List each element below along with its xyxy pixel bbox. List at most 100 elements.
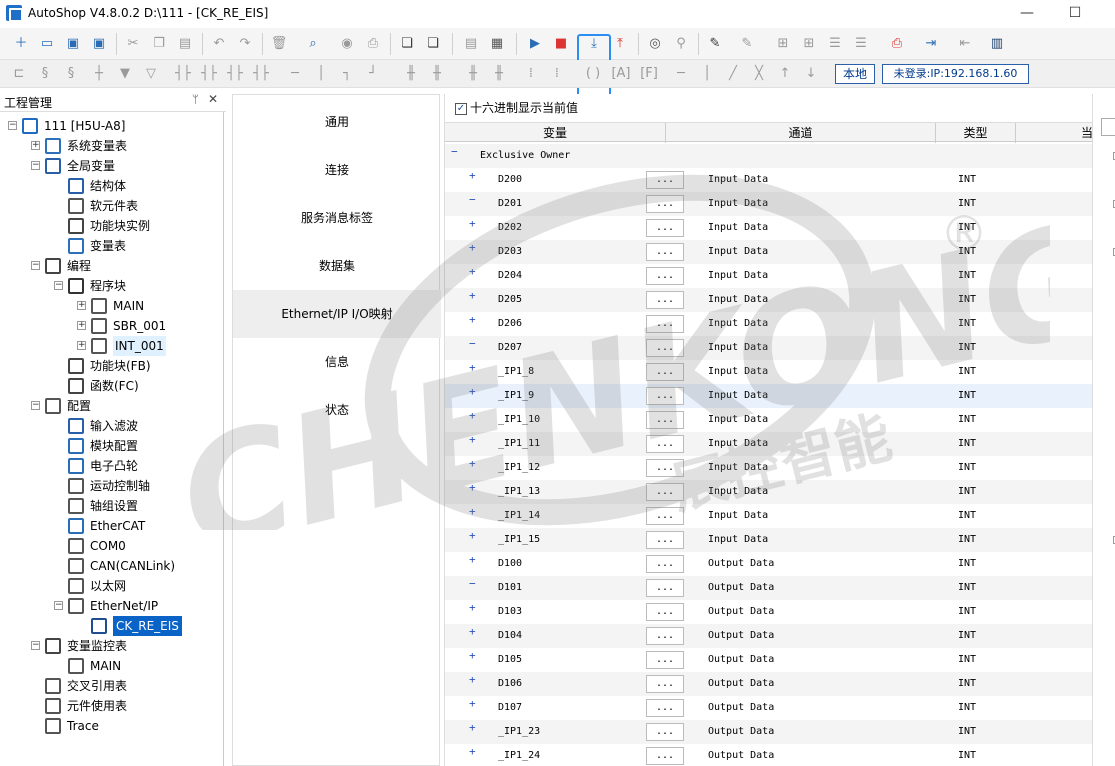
local-button[interactable]: 本地: [835, 64, 875, 84]
search-icon[interactable]: ⌕: [302, 33, 324, 55]
tree-node[interactable]: 交叉引用表: [0, 676, 223, 696]
table-row[interactable]: + D205... Input Data INT: [445, 288, 1093, 312]
variable-cell[interactable]: D204: [498, 264, 522, 288]
browse-button[interactable]: ...: [646, 507, 684, 525]
tree-node[interactable]: 运动控制轴: [0, 476, 223, 496]
table-row[interactable]: − D101... Output Data INT: [445, 576, 1093, 600]
hex-display-checkbox[interactable]: ✓: [455, 102, 467, 115]
collapse-icon[interactable]: −: [31, 261, 40, 270]
variable-cell[interactable]: D203: [498, 240, 522, 264]
tree-node[interactable]: + MAIN: [0, 296, 223, 316]
variable-cell[interactable]: D202: [498, 216, 522, 240]
tree-node[interactable]: CK_RE_EIS: [0, 616, 223, 636]
variable-cell[interactable]: _IP1_24: [498, 744, 540, 766]
compile-icon[interactable]: ▦: [486, 33, 508, 55]
table-row[interactable]: − D207... Input Data INT: [445, 336, 1093, 360]
browse-button[interactable]: ...: [646, 291, 684, 309]
variable-cell[interactable]: _IP1_13: [498, 480, 540, 504]
tab-item[interactable]: Ethernet/IP I/O映射: [233, 290, 441, 338]
collapse-icon[interactable]: −: [54, 601, 63, 610]
fall-line-icon[interactable]: ┘: [362, 63, 384, 85]
browse-button[interactable]: ...: [646, 747, 684, 765]
column-type[interactable]: 类型: [936, 123, 1016, 143]
collapse-icon[interactable]: −: [469, 194, 476, 205]
tree-node[interactable]: 变量表: [0, 236, 223, 256]
instruction-f-icon[interactable]: [F]: [638, 63, 660, 85]
save-icon[interactable]: ▣: [62, 33, 84, 55]
collapse-icon[interactable]: −: [469, 338, 476, 349]
expand-icon[interactable]: +: [77, 341, 86, 350]
hline-tool-icon[interactable]: ─: [670, 63, 692, 85]
group-row[interactable]: − Exclusive Owner: [445, 144, 1093, 168]
browse-button[interactable]: ...: [646, 459, 684, 477]
run-icon[interactable]: ▶: [524, 33, 546, 55]
redo-icon[interactable]: ↷: [234, 33, 256, 55]
tree-node[interactable]: − 全局变量: [0, 156, 223, 176]
table-row[interactable]: + D204... Input Data INT: [445, 264, 1093, 288]
expand-icon[interactable]: +: [469, 458, 476, 469]
table-row[interactable]: + _IP1_8... Input Data INT: [445, 360, 1093, 384]
variable-cell[interactable]: D101: [498, 576, 522, 600]
variable-cell[interactable]: D201: [498, 192, 522, 216]
tree-node[interactable]: 功能块(FB): [0, 356, 223, 376]
contact-s2-icon[interactable]: §: [60, 63, 82, 85]
contact-parallel-icon[interactable]: ┤├: [224, 63, 246, 85]
table-row[interactable]: + D206... Input Data INT: [445, 312, 1093, 336]
expand-icon[interactable]: +: [469, 218, 476, 229]
contact-no-icon[interactable]: ┤├: [172, 63, 194, 85]
table-row[interactable]: + D104... Output Data INT: [445, 624, 1093, 648]
table-row[interactable]: + D200... Input Data INT: [445, 168, 1093, 192]
undo-icon[interactable]: ↶: [208, 33, 230, 55]
rise-line-icon[interactable]: ┐: [336, 63, 358, 85]
variable-cell[interactable]: D106: [498, 672, 522, 696]
instruction-c-icon[interactable]: ⁞: [546, 63, 568, 85]
horizontal-line-icon[interactable]: ─: [284, 63, 306, 85]
table-row[interactable]: + _IP1_10... Input Data INT: [445, 408, 1093, 432]
column-variable[interactable]: 变量: [445, 123, 666, 143]
tree-node[interactable]: 函数(FC): [0, 376, 223, 396]
window-export-icon[interactable]: ❏: [422, 33, 444, 55]
contact-lad-icon[interactable]: ⊏: [8, 63, 30, 85]
test-mode-icon[interactable]: ⎙: [886, 33, 908, 55]
login-status-button[interactable]: 未登录:IP:192.168.1.60: [882, 64, 1029, 84]
browse-button[interactable]: ...: [646, 555, 684, 573]
browse-button[interactable]: ...: [646, 315, 684, 333]
browse-button[interactable]: ...: [646, 363, 684, 381]
table-row[interactable]: + _IP1_12... Input Data INT: [445, 456, 1093, 480]
hex-display-option[interactable]: ✓ 十六进制显示当前值: [455, 100, 578, 116]
delete-vline-icon[interactable]: ╳: [748, 63, 770, 85]
stop-icon[interactable]: ■: [550, 33, 572, 55]
logout-icon[interactable]: ⇤: [954, 33, 976, 55]
expand-icon[interactable]: +: [469, 362, 476, 373]
variable-cell[interactable]: D200: [498, 168, 522, 192]
expand-icon[interactable]: +: [469, 722, 476, 733]
expand-icon[interactable]: +: [469, 602, 476, 613]
variable-cell[interactable]: _IP1_12: [498, 456, 540, 480]
expand-icon[interactable]: +: [469, 554, 476, 565]
expand-icon[interactable]: +: [77, 301, 86, 310]
browse-button[interactable]: ...: [646, 219, 684, 237]
tree-node[interactable]: 输入滤波: [0, 416, 223, 436]
expand-icon[interactable]: +: [469, 290, 476, 301]
browse-button[interactable]: ...: [646, 267, 684, 285]
tree-node[interactable]: MAIN: [0, 656, 223, 676]
collapse-icon[interactable]: −: [31, 401, 40, 410]
browse-button[interactable]: ...: [646, 483, 684, 501]
expand-icon[interactable]: +: [469, 482, 476, 493]
browse-button[interactable]: ...: [646, 699, 684, 717]
table-row[interactable]: + _IP1_9... Input Data INT: [445, 384, 1093, 408]
table-row[interactable]: + _IP1_14... Input Data INT: [445, 504, 1093, 528]
tab-item[interactable]: 信息: [233, 338, 441, 386]
module-icon[interactable]: ▥: [986, 33, 1008, 55]
expand-icon[interactable]: +: [469, 674, 476, 685]
variable-cell[interactable]: D103: [498, 600, 522, 624]
maximize-button[interactable]: ☐: [1052, 2, 1098, 26]
tree-node[interactable]: 软元件表: [0, 196, 223, 216]
tree-node[interactable]: + SBR_001: [0, 316, 223, 336]
delete-line-icon[interactable]: ╱: [722, 63, 744, 85]
edit-icon[interactable]: ✎: [704, 33, 726, 55]
collapse-icon[interactable]: −: [31, 161, 40, 170]
tree-node[interactable]: 功能块实例: [0, 216, 223, 236]
tree-node[interactable]: − 程序块: [0, 276, 223, 296]
contact-s-icon[interactable]: §: [34, 63, 56, 85]
